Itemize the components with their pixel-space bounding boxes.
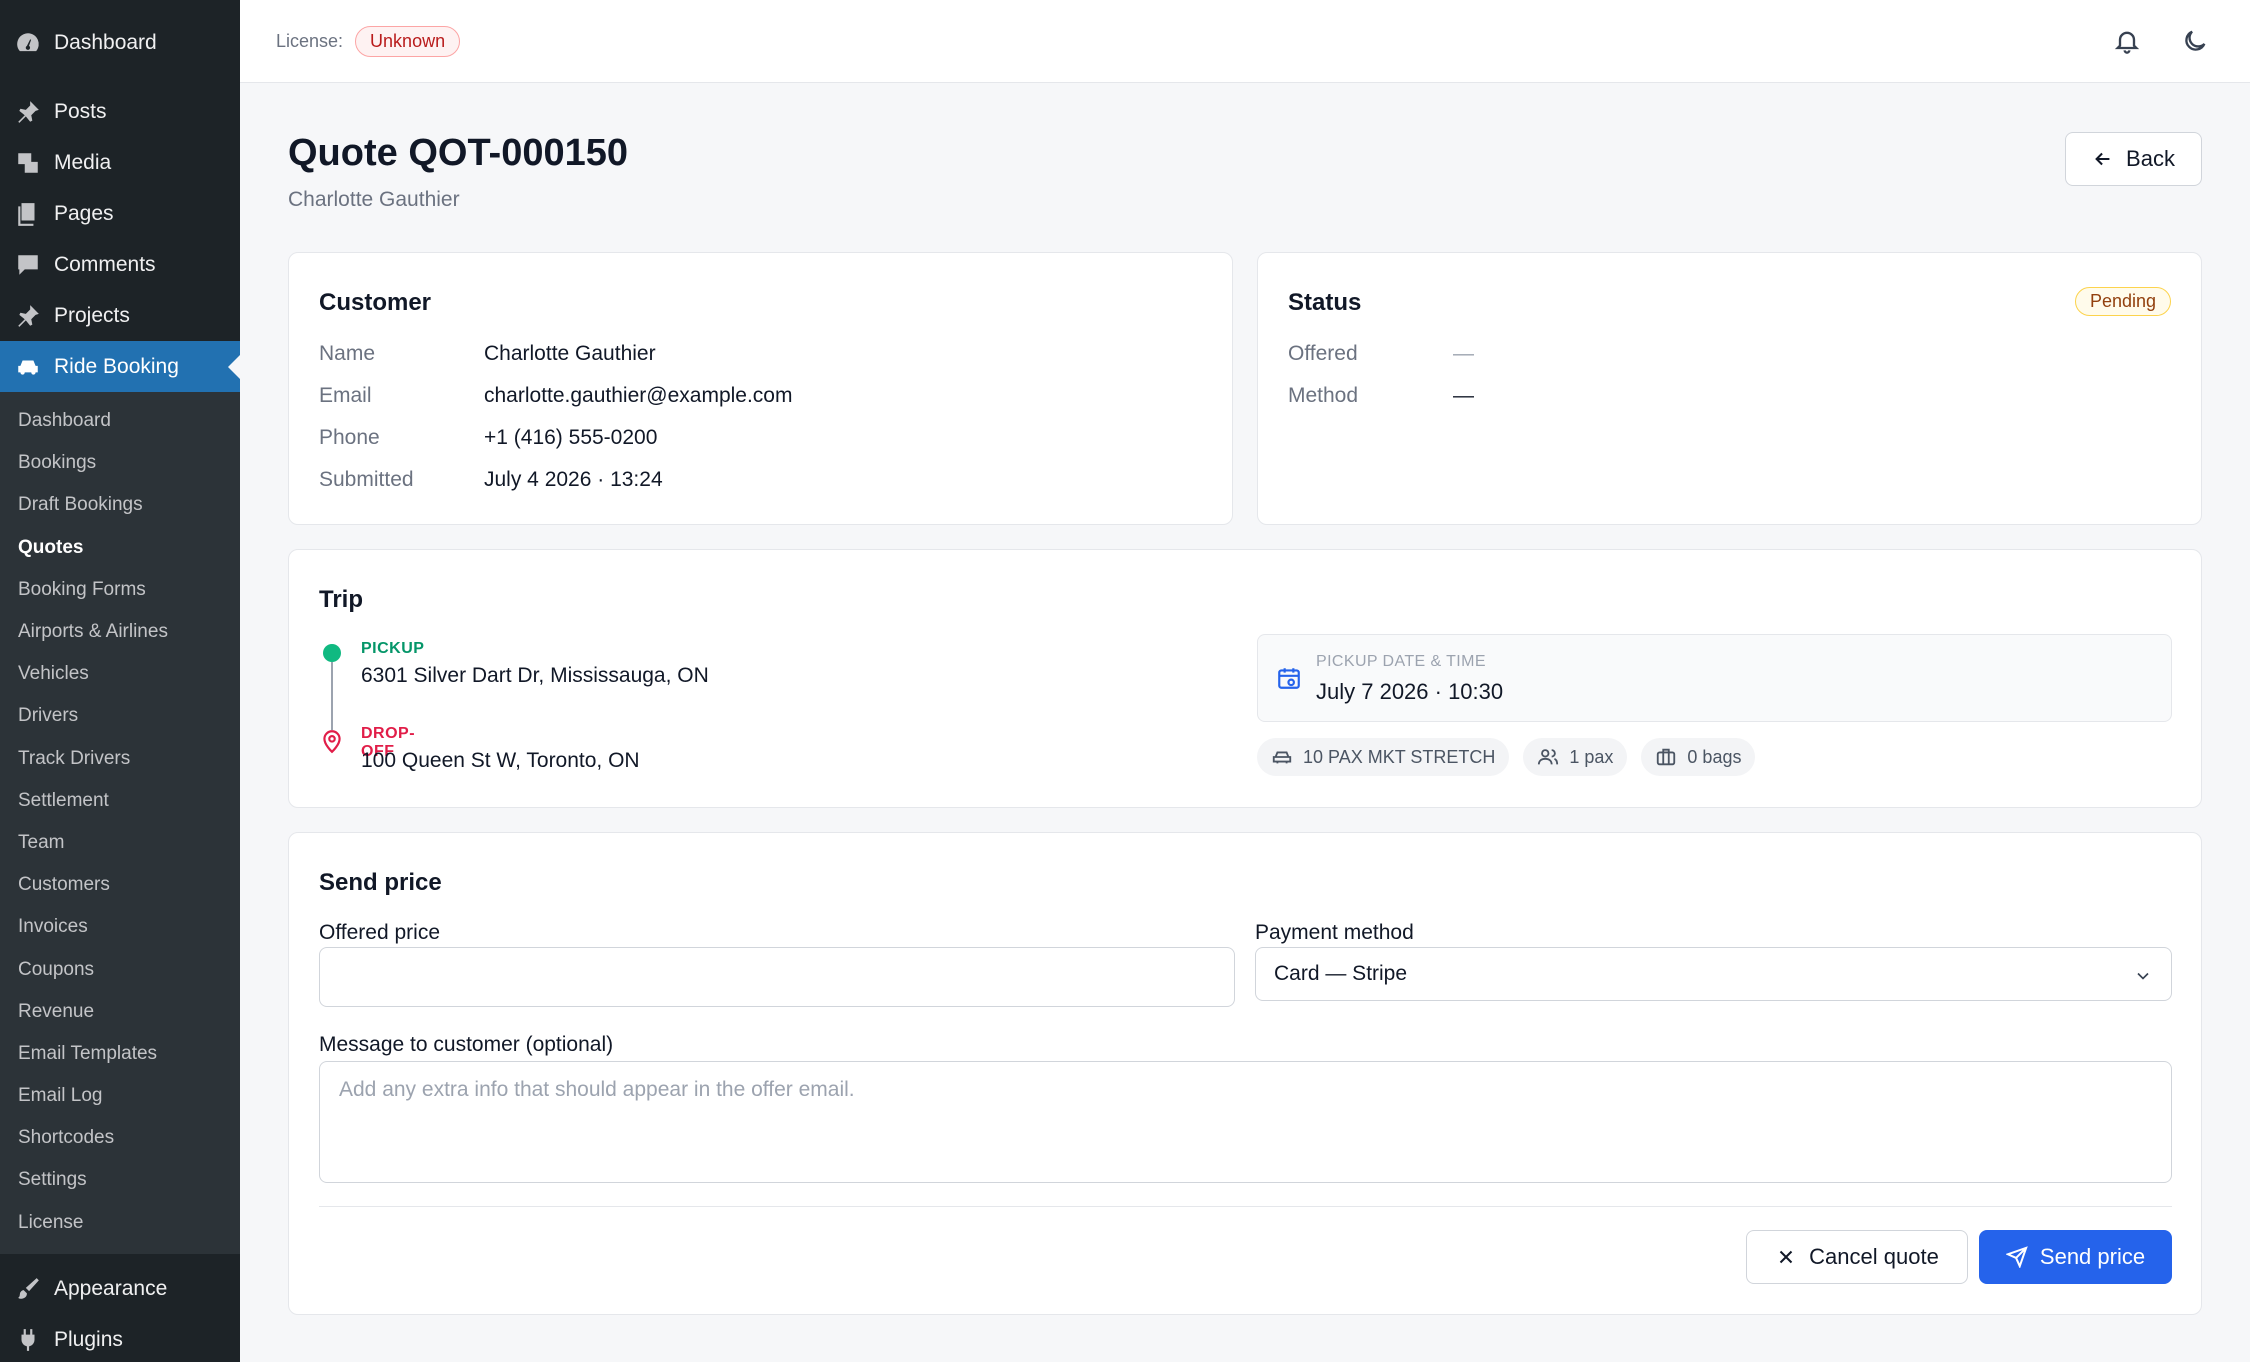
payment-method-select[interactable]: Card — Stripe <box>1255 947 2172 1001</box>
bell-icon[interactable] <box>2108 22 2146 60</box>
sub-item-booking-forms[interactable]: Booking Forms <box>0 569 240 611</box>
admin-sidebar: Dashboard Posts Media Pages Comments Pro… <box>0 0 240 1362</box>
users-icon <box>1538 749 1559 765</box>
sidebar-item-appearance[interactable]: Appearance <box>0 1264 240 1315</box>
top-bar: License: Unknown <box>240 0 2250 83</box>
chevron-down-icon <box>2133 966 2153 986</box>
moon-icon[interactable] <box>2176 22 2214 60</box>
trip-card-title: Trip <box>319 586 364 613</box>
route-line <box>331 662 333 730</box>
sidebar-item-comments[interactable]: Comments <box>0 239 240 290</box>
send-price-title: Send price <box>319 869 442 896</box>
send-icon <box>2005 1246 2028 1268</box>
brush-icon <box>14 1275 42 1303</box>
sidebar-item-plugins[interactable]: Plugins <box>0 1315 240 1362</box>
map-pin-icon <box>319 728 345 754</box>
car-icon <box>14 353 42 381</box>
pickup-label: PICKUP <box>361 640 425 657</box>
sub-item-settings[interactable]: Settings <box>0 1159 240 1201</box>
message-placeholder: Add any extra info that should appear in… <box>339 1078 855 1101</box>
sub-item-draft-bookings[interactable]: Draft Bookings <box>0 484 240 526</box>
license-label: License: <box>276 30 344 51</box>
pickup-address: 6301 Silver Dart Dr, Mississauga, ON <box>361 664 709 687</box>
status-offered-row: Offered — <box>1288 342 1474 365</box>
media-icon <box>14 149 42 177</box>
status-card-title: Status <box>1288 289 1362 316</box>
dashboard-icon <box>14 29 42 57</box>
bags-chip: 0 bags <box>1641 738 1756 776</box>
trip-card: Trip PICKUP 6301 Silver Dart Dr, Mississ… <box>288 549 2202 808</box>
close-icon <box>1779 1250 1793 1264</box>
calendar-icon <box>1276 665 1302 691</box>
sub-item-coupons[interactable]: Coupons <box>0 948 240 990</box>
customer-card-title: Customer <box>319 289 432 316</box>
sub-item-license[interactable]: License <box>0 1202 240 1244</box>
pickup-datetime-value: July 7 2026 · 10:30 <box>1316 679 1504 704</box>
sub-item-track-drivers[interactable]: Track Drivers <box>0 738 240 780</box>
form-divider <box>319 1206 2172 1207</box>
sub-item-team[interactable]: Team <box>0 822 240 864</box>
page-subtitle: Charlotte Gauthier <box>288 188 460 211</box>
status-badge: Pending <box>2074 287 2171 316</box>
offered-price-input[interactable] <box>319 947 1235 1007</box>
sidebar-item-pages[interactable]: Pages <box>0 188 240 239</box>
pickup-dot-icon <box>323 644 341 662</box>
dropoff-address: 100 Queen St W, Toronto, ON <box>361 749 640 772</box>
license-status-badge: Unknown <box>355 25 461 57</box>
sub-item-shortcodes[interactable]: Shortcodes <box>0 1117 240 1159</box>
trip-chips: 10 PAX MKT STRETCH 1 pax 0 bags <box>1257 738 1756 776</box>
car-icon <box>1272 751 1292 764</box>
sidebar-item-projects[interactable]: Projects <box>0 290 240 341</box>
message-textarea[interactable]: Add any extra info that should appear in… <box>319 1061 2172 1183</box>
back-button[interactable]: Back <box>2065 132 2202 186</box>
customer-card: Customer Name Charlotte Gauthier Email cha… <box>288 252 1233 525</box>
status-method-row: Method — <box>1288 384 1474 407</box>
comments-icon <box>14 251 42 279</box>
customer-email-row: Email charlotte.gauthier@example.com <box>319 384 793 407</box>
pickup-datetime-label: PICKUP DATE & TIME <box>1316 653 1486 670</box>
payment-method-label: Payment method <box>1255 921 1414 944</box>
sub-item-airports-airlines[interactable]: Airports & Airlines <box>0 611 240 653</box>
sub-item-vehicles[interactable]: Vehicles <box>0 653 240 695</box>
sub-item-email-templates[interactable]: Email Templates <box>0 1033 240 1075</box>
sidebar-item-dashboard[interactable]: Dashboard <box>0 0 240 86</box>
sub-item-email-log[interactable]: Email Log <box>0 1075 240 1117</box>
sub-item-bookings[interactable]: Bookings <box>0 442 240 484</box>
page-title: Quote QOT-000150 <box>288 132 629 174</box>
status-card: Status Pending Offered — Method — <box>1257 252 2202 525</box>
send-price-card: Send price Offered price Payment method … <box>288 832 2202 1315</box>
sub-item-dashboard[interactable]: Dashboard <box>0 400 240 442</box>
vehicle-chip: 10 PAX MKT STRETCH <box>1257 738 1510 776</box>
customer-name-row: Name Charlotte Gauthier <box>319 342 656 365</box>
cancel-quote-button[interactable]: Cancel quote <box>1746 1230 1968 1284</box>
sub-item-customers[interactable]: Customers <box>0 864 240 906</box>
send-price-button[interactable]: Send price <box>1979 1230 2172 1284</box>
sub-item-revenue[interactable]: Revenue <box>0 991 240 1033</box>
message-label: Message to customer (optional) <box>319 1033 614 1056</box>
pages-icon <box>14 200 42 228</box>
ride-booking-submenu: Dashboard Bookings Draft Bookings Quotes… <box>0 392 240 1254</box>
pickup-datetime-box: PICKUP DATE & TIME July 7 2026 · 10:30 <box>1257 634 2172 722</box>
sidebar-item-ride-booking[interactable]: Ride Booking <box>0 341 240 392</box>
sub-item-settlement[interactable]: Settlement <box>0 780 240 822</box>
luggage-icon <box>1657 748 1676 766</box>
arrow-left-icon <box>2095 152 2110 166</box>
sidebar-item-media[interactable]: Media <box>0 137 240 188</box>
pin-icon <box>14 98 42 126</box>
offered-price-label: Offered price <box>319 921 441 944</box>
passengers-chip: 1 pax <box>1523 738 1628 776</box>
pin-icon <box>14 302 42 330</box>
customer-phone-row: Phone +1 (416) 555-0200 <box>319 426 658 449</box>
sidebar-item-posts[interactable]: Posts <box>0 86 240 137</box>
sub-item-quotes[interactable]: Quotes <box>0 527 240 569</box>
plugin-icon <box>14 1326 42 1354</box>
sub-item-invoices[interactable]: Invoices <box>0 906 240 948</box>
sub-item-drivers[interactable]: Drivers <box>0 695 240 737</box>
customer-submitted-row: Submitted July 4 2026 · 13:24 <box>319 468 663 491</box>
